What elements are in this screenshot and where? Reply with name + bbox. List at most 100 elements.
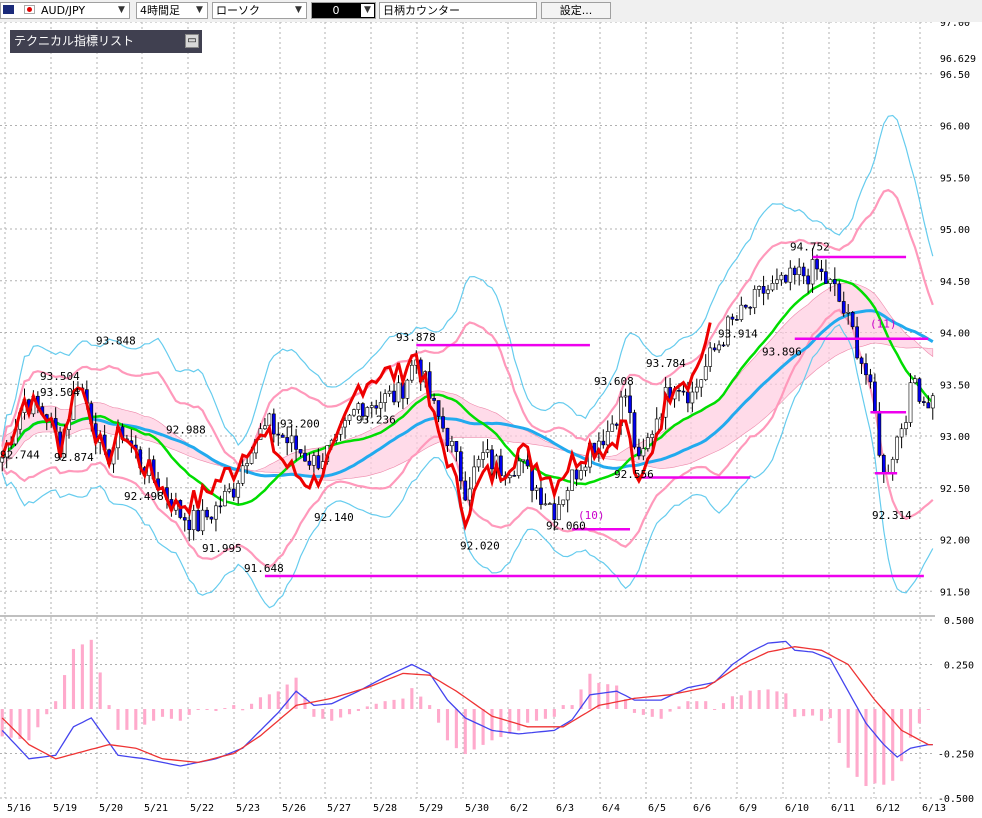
chevron-down-icon: ▼	[292, 4, 305, 17]
candle-body	[783, 274, 788, 283]
candle-body	[467, 488, 472, 501]
candle-body	[601, 440, 606, 446]
candle-body	[396, 382, 401, 403]
candle-body	[312, 455, 316, 466]
y-max-label: 96.629	[940, 54, 976, 65]
macd-histogram-bar	[908, 709, 913, 738]
candle-body	[303, 452, 307, 462]
candle-body	[307, 460, 312, 466]
macd-histogram-bar	[882, 709, 886, 785]
candle-body	[534, 487, 539, 491]
candle-body	[645, 437, 650, 449]
x-tick-label: 5/20	[99, 803, 123, 814]
macd-histogram-bar	[570, 705, 574, 709]
candle-body	[694, 386, 699, 393]
candle-body	[650, 433, 655, 438]
candle-body	[686, 391, 690, 404]
indicator-list-panel[interactable]: テクニカル指標リスト ▭	[10, 30, 202, 53]
macd-histogram-bar	[748, 690, 752, 709]
macd-histogram-bar	[837, 709, 841, 743]
macd-histogram-bar	[454, 709, 458, 749]
macd-histogram-bar	[463, 709, 467, 755]
y-tick-label: 92.50	[940, 484, 970, 495]
minimize-icon[interactable]: ▭	[185, 34, 199, 48]
macd-histogram-bar	[330, 709, 334, 721]
macd-histogram-bar	[526, 709, 530, 723]
y-tick-label: 93.50	[940, 380, 970, 391]
candle-body	[779, 274, 784, 281]
candle-body	[521, 459, 526, 462]
candle-body	[512, 475, 517, 477]
price-annotation: 92.498	[124, 490, 164, 503]
candle-body	[850, 311, 855, 328]
toolbar: AUD/JPY ▼ 4時間足 ▼ ローソク ▼ 0 ▼ 日柄カウンター 設定..…	[0, 0, 982, 22]
macd-histogram-bar	[926, 709, 930, 710]
macd-histogram-bar	[775, 691, 779, 709]
macd-histogram-bar	[267, 694, 271, 709]
x-tick-label: 5/22	[190, 803, 214, 814]
macd-histogram-bar	[312, 709, 316, 717]
macd-histogram-bar	[552, 709, 556, 717]
x-tick-label: 5/29	[419, 803, 443, 814]
candle-body	[806, 275, 810, 285]
chevron-down-icon: ▼	[193, 4, 206, 17]
candle-body	[191, 510, 196, 531]
x-tick-label: 5/30	[465, 803, 489, 814]
price-annotation: 93.784	[646, 357, 686, 370]
y-tick-label: 95.00	[940, 225, 970, 236]
counter-field[interactable]: 日柄カウンター	[379, 2, 537, 19]
candle-body	[748, 306, 753, 309]
price-annotation: 93.896	[762, 345, 802, 358]
counter-label: 日柄カウンター	[383, 4, 460, 17]
x-tick-label: 6/13	[922, 803, 946, 814]
candle-body	[441, 416, 445, 429]
candle-body	[877, 410, 882, 456]
symbol-select[interactable]: AUD/JPY ▼	[0, 2, 130, 19]
macd-histogram-bar	[45, 709, 49, 715]
candle-body	[677, 389, 681, 392]
candle-body	[628, 395, 632, 413]
candle-body	[227, 488, 232, 492]
macd-histogram-bar	[811, 709, 815, 716]
macd-tick-label: 0.500	[944, 616, 974, 627]
macd-histogram-bar	[668, 709, 672, 712]
candle-body	[245, 463, 249, 467]
x-tick-label: 6/11	[831, 803, 855, 814]
macd-histogram-bar	[695, 701, 699, 709]
macd-histogram-bar	[71, 648, 76, 709]
chart-style-select[interactable]: ローソク ▼	[212, 2, 307, 19]
macd-histogram-bar	[534, 709, 539, 721]
x-tick-label: 5/26	[282, 803, 306, 814]
candle-body	[298, 449, 303, 454]
macd-histogram-bar	[713, 709, 717, 710]
mode-select[interactable]: 0 ▼	[311, 2, 376, 19]
price-annotation: 91.995	[202, 542, 242, 555]
price-annotation: 93.504	[40, 370, 80, 383]
candle-body	[770, 282, 775, 291]
macd-histogram-bar	[285, 684, 289, 709]
timeframe-select[interactable]: 4時間足 ▼	[136, 2, 208, 19]
candle-body	[637, 446, 641, 457]
candle-body	[405, 379, 410, 399]
y-tick-label: 94.50	[940, 277, 970, 288]
macd-histogram-bar	[410, 688, 414, 709]
candle-body	[792, 267, 797, 275]
candle-body	[539, 487, 543, 505]
candle-body	[890, 459, 895, 474]
candle-body	[525, 459, 530, 467]
macd-histogram-bar	[80, 644, 84, 709]
candle-body	[209, 516, 214, 520]
macd-histogram-bar	[917, 709, 921, 724]
macd-histogram-bar	[784, 693, 788, 709]
candle-body	[721, 344, 726, 347]
macd-histogram-bar	[419, 696, 423, 709]
y-tick-label: 91.50	[940, 587, 970, 598]
candle-body	[908, 382, 913, 423]
price-annotation: 93.236	[356, 414, 396, 427]
macd-histogram-bar	[250, 703, 254, 709]
price-annotation: 93.200	[280, 417, 320, 430]
candle-body	[708, 347, 713, 367]
y-tick-label: 96.50	[940, 70, 970, 81]
settings-button[interactable]: 設定...	[541, 2, 611, 19]
candle-body	[267, 413, 272, 427]
